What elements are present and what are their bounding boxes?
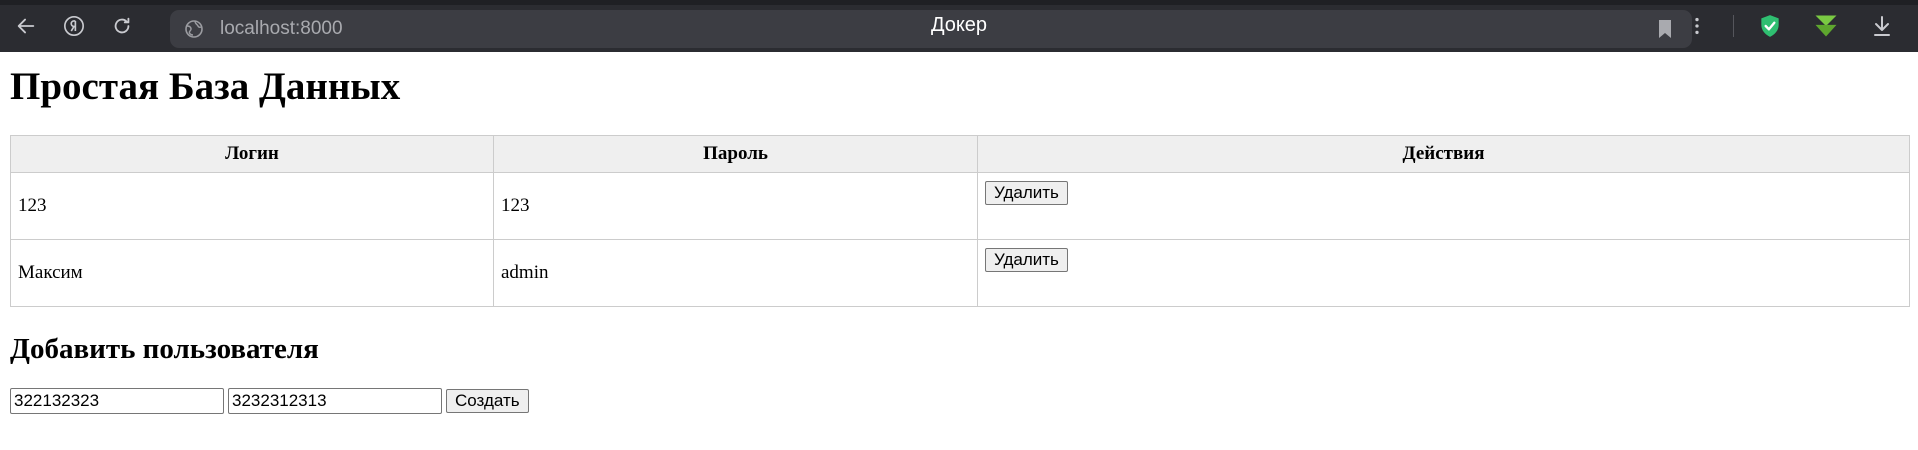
password-input[interactable] <box>228 388 442 414</box>
create-button[interactable]: Создать <box>446 389 529 413</box>
reload-button[interactable] <box>102 6 142 46</box>
cell-login: Максим <box>10 239 494 307</box>
cell-actions: Удалить <box>977 172 1910 240</box>
tab-strip <box>0 0 1918 5</box>
table-row: Максим admin Удалить <box>10 239 1910 307</box>
column-header-actions: Действия <box>977 135 1910 173</box>
cell-login: 123 <box>10 172 494 240</box>
globe-icon <box>185 20 203 38</box>
download-icon <box>1874 16 1890 36</box>
column-header-password: Пароль <box>493 135 978 173</box>
downloader-extension-button[interactable] <box>1804 4 1848 48</box>
browser-toolbar: localhost:8000 Докер <box>0 0 1918 52</box>
reload-icon <box>114 17 130 34</box>
toolbar-right <box>1669 0 1918 52</box>
add-user-heading: Добавить пользователя <box>10 333 319 365</box>
protect-extension-button[interactable] <box>1748 4 1792 48</box>
url-text[interactable]: localhost:8000 <box>220 18 343 40</box>
page-content: Простая База Данных Логин Пароль Действи… <box>0 64 1918 414</box>
back-arrow-icon <box>17 18 35 34</box>
downloads-button[interactable] <box>1860 4 1904 48</box>
login-input[interactable] <box>10 388 224 414</box>
cell-password: admin <box>493 239 978 307</box>
add-user-form: Создать <box>10 388 1908 414</box>
more-vertical-icon <box>1695 17 1699 35</box>
back-button[interactable] <box>6 6 46 46</box>
users-table: Логин Пароль Действия 123 123 Удалить Ма… <box>10 135 1910 307</box>
yandex-button[interactable] <box>54 6 94 46</box>
toolbar-divider <box>1733 15 1734 37</box>
menu-button[interactable] <box>1675 4 1719 48</box>
delete-button[interactable]: Удалить <box>985 181 1068 205</box>
cell-password: 123 <box>493 172 978 240</box>
table-header-row: Логин Пароль Действия <box>10 135 1910 173</box>
double-arrow-down-icon <box>1815 15 1837 37</box>
yandex-logo-icon <box>64 16 84 36</box>
delete-button[interactable]: Удалить <box>985 248 1068 272</box>
address-bar[interactable]: localhost:8000 <box>170 10 1692 48</box>
shield-icon <box>1761 15 1779 37</box>
column-header-login: Логин <box>10 135 494 173</box>
table-row: 123 123 Удалить <box>10 172 1910 240</box>
page-heading: Простая База Данных <box>10 65 401 108</box>
cell-actions: Удалить <box>977 239 1910 307</box>
